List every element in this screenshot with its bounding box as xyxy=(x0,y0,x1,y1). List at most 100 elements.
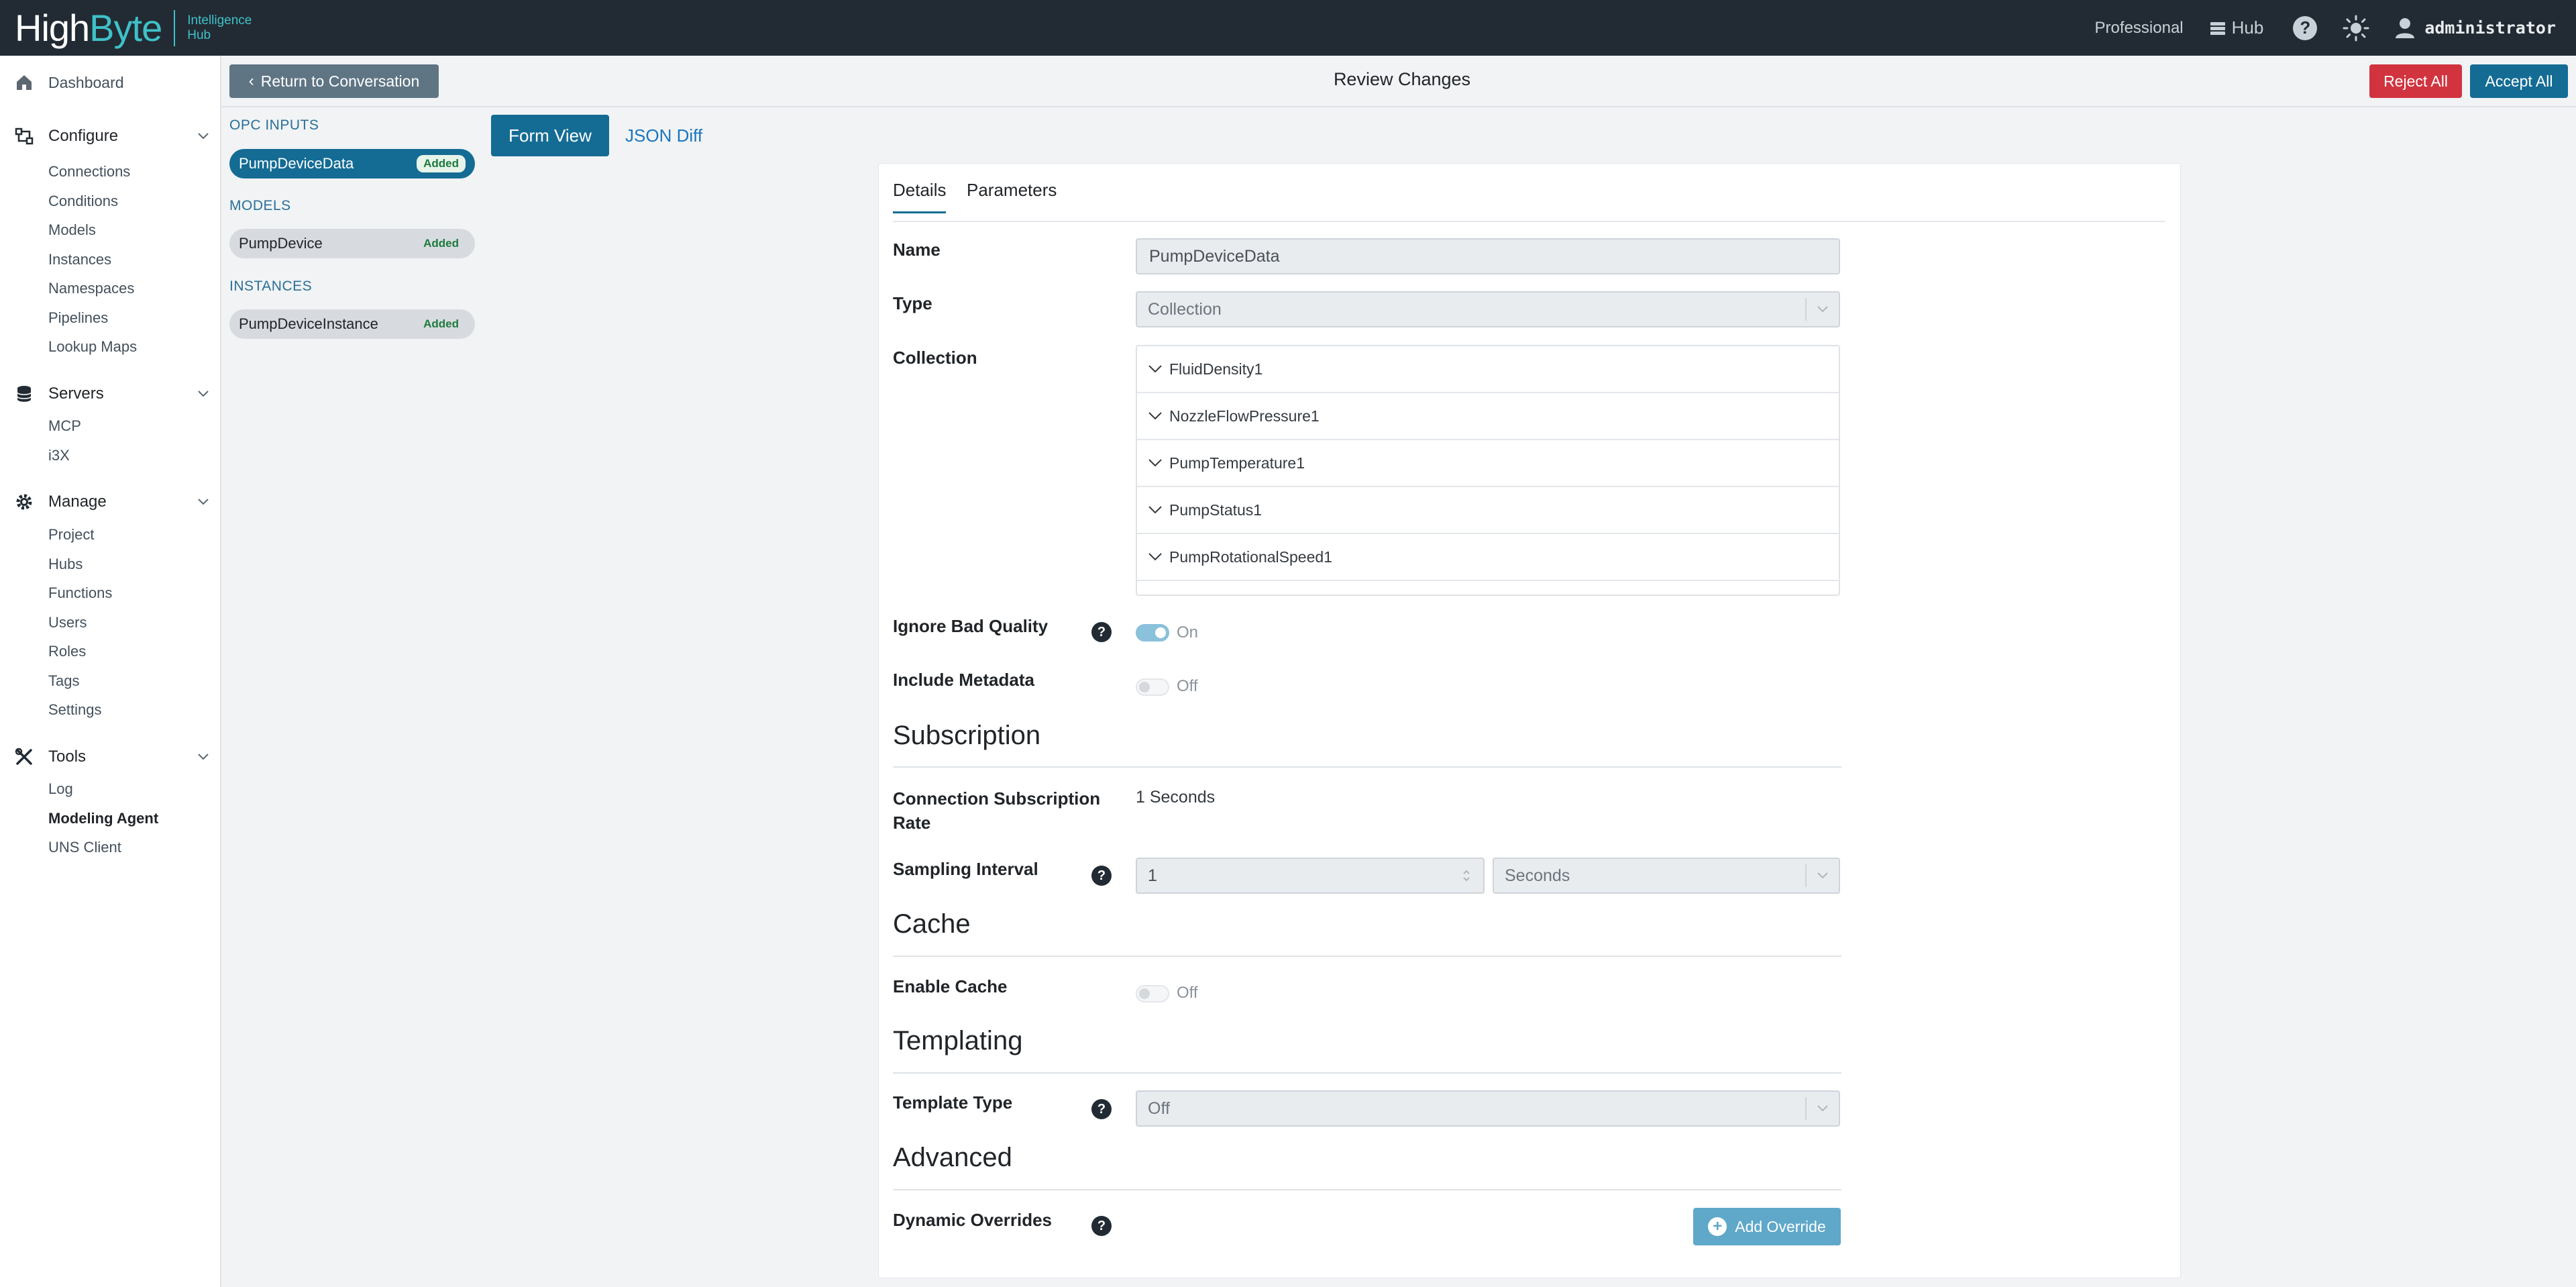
nav-conditions[interactable]: Conditions xyxy=(48,193,118,210)
user-menu[interactable]: administrator xyxy=(2395,17,2556,39)
nav-roles[interactable]: Roles xyxy=(48,643,86,660)
add-override-button[interactable]: + Add Override xyxy=(1693,1208,1841,1245)
enable-cache-toggle[interactable] xyxy=(1136,985,1169,1002)
chevron-down-icon xyxy=(1805,298,1839,321)
type-label: Type xyxy=(893,293,932,313)
status-badge: Added xyxy=(417,315,466,333)
nav-tools[interactable]: Tools xyxy=(15,748,209,766)
collection-item[interactable]: PumpRotationalSpeed1 xyxy=(1137,534,1839,581)
accept-all-button[interactable]: Accept All xyxy=(2470,64,2568,98)
name-field[interactable]: PumpDeviceData xyxy=(1136,238,1840,274)
section-divider xyxy=(893,1072,1841,1074)
change-item-pumpdevice[interactable]: PumpDevice Added xyxy=(229,229,475,258)
collection-item-label: PumpTemperature1 xyxy=(1169,454,1305,472)
nav-log[interactable]: Log xyxy=(48,780,73,798)
chevron-down-icon xyxy=(198,499,209,505)
help-icon[interactable]: ? xyxy=(1091,866,1112,886)
tab-details[interactable]: Details xyxy=(893,180,947,213)
username: administrator xyxy=(2424,18,2556,38)
collection-item-label: PumpRotationalSpeed1 xyxy=(1169,548,1332,566)
return-to-conversation-button[interactable]: ‹ Return to Conversation xyxy=(229,64,439,98)
nav-dashboard-label: Dashboard xyxy=(48,73,124,91)
nav-mcp[interactable]: MCP xyxy=(48,417,81,435)
nav-lookup-maps[interactable]: Lookup Maps xyxy=(48,338,137,356)
type-select[interactable]: Collection xyxy=(1136,291,1840,327)
chevron-down-icon xyxy=(1148,365,1162,373)
json-diff-tab[interactable]: JSON Diff xyxy=(625,115,702,156)
sampling-unit-select[interactable]: Seconds xyxy=(1493,858,1840,894)
connection-subscription-rate-label: Connection Subscription Rate xyxy=(893,788,1101,833)
chevron-down-icon xyxy=(198,391,209,397)
subscription-heading: Subscription xyxy=(893,721,1041,750)
enable-cache-state: Off xyxy=(1177,984,1198,1002)
help-icon[interactable]: ? xyxy=(1091,1216,1112,1236)
nav-namespaces[interactable]: Namespaces xyxy=(48,280,134,297)
return-label: Return to Conversation xyxy=(260,72,420,90)
tab-parameters[interactable]: Parameters xyxy=(967,180,1057,201)
sampling-interval-input[interactable]: 1 xyxy=(1136,858,1485,894)
template-type-select[interactable]: Off xyxy=(1136,1090,1840,1127)
nav-models[interactable]: Models xyxy=(48,221,96,239)
nav-hubs[interactable]: Hubs xyxy=(48,556,83,573)
include-metadata-state: Off xyxy=(1177,677,1198,695)
change-item-pumpdeviceinstance[interactable]: PumpDeviceInstance Added xyxy=(229,309,475,339)
hub-selector[interactable]: Hub xyxy=(2210,17,2263,38)
ignore-bad-quality-toggle[interactable] xyxy=(1136,624,1169,641)
chevron-down-icon xyxy=(198,133,209,140)
collection-item[interactable]: FluidDensity1 xyxy=(1137,346,1839,393)
opc-inputs-heading: OPC INPUTS xyxy=(229,117,319,133)
collection-item-label: PumpStatus1 xyxy=(1169,501,1263,519)
cache-heading: Cache xyxy=(893,909,971,939)
theme-toggle-icon[interactable] xyxy=(2343,15,2369,42)
nav-i3x[interactable]: i3X xyxy=(48,447,70,464)
collection-list[interactable]: FluidDensity1 NozzleFlowPressure1 PumpTe… xyxy=(1136,345,1840,596)
chevron-down-icon xyxy=(1148,553,1162,561)
collection-item-label: FluidDensity1 xyxy=(1169,360,1263,378)
nav-tags[interactable]: Tags xyxy=(48,672,79,690)
nav-manage[interactable]: Manage xyxy=(15,493,209,511)
section-divider xyxy=(893,1189,1841,1190)
logo-wordmark: HighByte xyxy=(15,7,162,49)
nav-functions[interactable]: Functions xyxy=(48,584,112,602)
nav-modeling-agent[interactable]: Modeling Agent xyxy=(48,810,158,827)
instances-heading: INSTANCES xyxy=(229,278,313,294)
help-icon[interactable]: ? xyxy=(1091,1099,1112,1119)
collection-item[interactable]: NozzleFlowPressure1 xyxy=(1137,393,1839,440)
chevron-down-icon xyxy=(1805,864,1839,887)
left-nav: Dashboard Configure Connections Conditio… xyxy=(0,56,221,1287)
nav-settings[interactable]: Settings xyxy=(48,701,102,719)
logo-subtitle: Intelligence Hub xyxy=(187,13,252,42)
reject-all-button[interactable]: Reject All xyxy=(2369,64,2462,98)
change-item-name: PumpDevice xyxy=(239,235,323,252)
edition-label: Professional xyxy=(2094,18,2184,37)
tabs-divider xyxy=(893,221,2165,222)
chevron-down-icon xyxy=(1148,506,1162,514)
ignore-bad-quality-label: Ignore Bad Quality xyxy=(893,616,1049,636)
top-bar: HighByte Intelligence Hub Professional Hu… xyxy=(0,0,2576,56)
nav-servers[interactable]: Servers xyxy=(15,384,209,403)
nav-configure[interactable]: Configure xyxy=(15,127,209,146)
nav-dashboard[interactable]: Dashboard xyxy=(15,73,209,92)
nav-uns-client[interactable]: UNS Client xyxy=(48,839,121,856)
help-icon[interactable]: ? xyxy=(2293,15,2318,40)
nav-tools-label: Tools xyxy=(48,748,87,766)
collection-item[interactable]: PumpTemperature1 xyxy=(1137,440,1839,487)
help-icon[interactable]: ? xyxy=(1091,622,1112,642)
status-badge: Added xyxy=(417,235,466,252)
nav-pipelines[interactable]: Pipelines xyxy=(48,309,108,327)
home-icon xyxy=(17,75,32,90)
nav-project[interactable]: Project xyxy=(48,526,94,544)
advanced-heading: Advanced xyxy=(893,1143,1012,1172)
user-icon xyxy=(2396,17,2415,38)
collection-item[interactable]: PumpStatus1 xyxy=(1137,487,1839,534)
nav-instances[interactable]: Instances xyxy=(48,251,111,268)
highbyte-logo[interactable]: HighByte Intelligence Hub xyxy=(15,0,252,56)
change-item-pumpdevicedata[interactable]: PumpDeviceData Added xyxy=(229,149,475,178)
form-view-tab[interactable]: Form View xyxy=(491,115,609,156)
change-item-name: PumpDeviceInstance xyxy=(239,315,378,332)
add-override-label: Add Override xyxy=(1735,1217,1826,1235)
nav-users[interactable]: Users xyxy=(48,614,87,631)
nav-connections[interactable]: Connections xyxy=(48,163,130,181)
collection-item-label: NozzleFlowPressure1 xyxy=(1169,407,1320,425)
include-metadata-toggle[interactable] xyxy=(1136,678,1169,696)
